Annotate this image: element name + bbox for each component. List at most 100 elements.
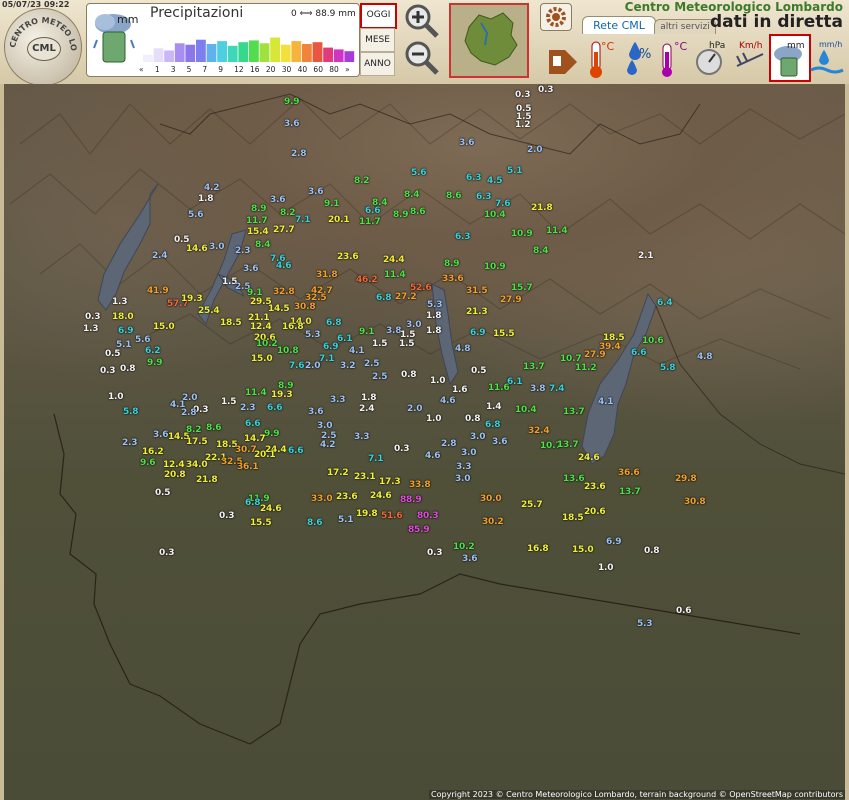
lombardy-minimap[interactable] xyxy=(449,3,529,78)
station-value[interactable]: 2.3 xyxy=(235,246,251,256)
station-value[interactable]: 23.6 xyxy=(337,252,359,262)
var-pressure-icon[interactable]: hPa xyxy=(695,36,733,80)
station-value[interactable]: 13.7 xyxy=(563,407,585,417)
station-value[interactable]: 16.2 xyxy=(142,447,164,457)
station-value[interactable]: 31.5 xyxy=(466,286,488,296)
station-value[interactable]: 20.8 xyxy=(164,470,186,480)
station-value[interactable]: 23.6 xyxy=(336,492,358,502)
station-value[interactable]: 2.4 xyxy=(152,251,168,261)
station-value[interactable]: 20.6 xyxy=(584,507,606,517)
station-value[interactable]: 5.8 xyxy=(123,407,139,417)
station-value[interactable]: 51.6 xyxy=(381,511,403,521)
station-value[interactable]: 41.9 xyxy=(147,286,169,296)
station-value[interactable]: 14.6 xyxy=(186,244,208,254)
station-value[interactable]: 7.4 xyxy=(549,384,565,394)
station-value[interactable]: 4.6 xyxy=(440,396,456,406)
station-value[interactable]: 24.4 xyxy=(383,255,405,265)
station-value[interactable]: 10.9 xyxy=(484,262,506,272)
var-station-wind-icon[interactable] xyxy=(543,36,581,80)
station-value[interactable]: 3.0 xyxy=(209,242,225,252)
station-value[interactable]: 1.8 xyxy=(426,326,442,336)
station-value[interactable]: 2.0 xyxy=(305,361,321,371)
station-value[interactable]: 13.7 xyxy=(557,440,579,450)
station-value[interactable]: 1.2 xyxy=(515,120,531,130)
station-value[interactable]: 0.3 xyxy=(538,85,554,95)
station-value[interactable]: 2.5 xyxy=(364,359,380,369)
station-value[interactable]: 11.6 xyxy=(488,383,510,393)
station-value[interactable]: 18.5 xyxy=(220,318,242,328)
station-value[interactable]: 6.9 xyxy=(323,342,339,352)
station-value[interactable]: 21.8 xyxy=(531,203,553,213)
station-value[interactable]: 5.3 xyxy=(305,330,321,340)
station-value[interactable]: 1.0 xyxy=(430,376,446,386)
station-value[interactable]: 6.6 xyxy=(267,403,283,413)
station-value[interactable]: 9.9 xyxy=(264,429,280,439)
station-value[interactable]: 3.6 xyxy=(492,437,508,447)
station-value[interactable]: 2.3 xyxy=(240,403,256,413)
station-value[interactable]: 14.7 xyxy=(244,434,266,444)
station-value[interactable]: 8.2 xyxy=(186,425,202,435)
station-value[interactable]: 23.6 xyxy=(584,482,606,492)
station-value[interactable]: 6.6 xyxy=(365,206,381,216)
legend-scroll-left[interactable]: « xyxy=(139,65,144,74)
station-value[interactable]: 52.6 xyxy=(410,283,432,293)
station-value[interactable]: 3.0 xyxy=(470,432,486,442)
station-value[interactable]: 0.3 xyxy=(219,511,235,521)
station-value[interactable]: 9.1 xyxy=(359,327,375,337)
station-value[interactable]: 31.8 xyxy=(316,270,338,280)
station-value[interactable]: 33.6 xyxy=(442,274,464,284)
station-value[interactable]: 0.3 xyxy=(85,312,101,322)
station-value[interactable]: 18.5 xyxy=(562,513,584,523)
station-value[interactable]: 25.4 xyxy=(198,306,220,316)
settings-button[interactable] xyxy=(540,3,572,31)
station-value[interactable]: 3.6 xyxy=(459,138,475,148)
station-value[interactable]: 1.5 xyxy=(372,339,388,349)
station-value[interactable]: 3.3 xyxy=(354,432,370,442)
station-value[interactable]: 10.9 xyxy=(511,229,533,239)
station-value[interactable]: 8.9 xyxy=(444,259,460,269)
station-value[interactable]: 0.8 xyxy=(401,370,417,380)
station-value[interactable]: 1.8 xyxy=(426,311,442,321)
station-value[interactable]: 0.3 xyxy=(515,90,531,100)
station-value[interactable]: 27.7 xyxy=(273,225,295,235)
station-value[interactable]: 16.8 xyxy=(282,322,304,332)
station-value[interactable]: 0.8 xyxy=(644,546,660,556)
station-value[interactable]: 3.2 xyxy=(340,361,356,371)
precipitation-map[interactable]: 0.3 0.3 9.9 0.5 1.5 1.2 3.6 3.6 2.0 2.8 5.6 6.3 4.5 5… xyxy=(0,84,849,800)
station-value[interactable]: 5.3 xyxy=(427,300,443,310)
station-value[interactable]: 2.8 xyxy=(441,439,457,449)
station-value[interactable]: 4.2 xyxy=(204,183,220,193)
station-value[interactable]: 3.6 xyxy=(243,264,259,274)
station-value[interactable]: 0.6 xyxy=(676,606,692,616)
station-value[interactable]: 21.8 xyxy=(196,475,218,485)
station-value[interactable]: 6.3 xyxy=(476,192,492,202)
station-value[interactable]: 1.8 xyxy=(198,194,214,204)
var-precipitation-icon[interactable]: mm xyxy=(769,34,811,82)
station-value[interactable]: 4.1 xyxy=(598,397,614,407)
station-value[interactable]: 9.1 xyxy=(324,199,340,209)
station-value[interactable]: 5.1 xyxy=(338,515,354,525)
station-value[interactable]: 2.0 xyxy=(527,145,543,155)
station-value[interactable]: 8.2 xyxy=(280,208,296,218)
station-value[interactable]: 0.3 xyxy=(394,444,410,454)
station-value[interactable]: 1.4 xyxy=(486,402,502,412)
station-value[interactable]: 7.6 xyxy=(289,361,305,371)
station-value[interactable]: 5.6 xyxy=(188,210,204,220)
station-value[interactable]: 10.2 xyxy=(453,542,475,552)
station-value[interactable]: 32.4 xyxy=(528,426,550,436)
station-value[interactable]: 4.6 xyxy=(425,451,441,461)
station-value[interactable]: 5.3 xyxy=(637,619,653,629)
station-value[interactable]: 16.8 xyxy=(527,544,549,554)
station-value[interactable]: 1.0 xyxy=(598,563,614,573)
zoom-out-icon[interactable] xyxy=(404,40,440,76)
station-value[interactable]: 17.5 xyxy=(186,437,208,447)
station-value[interactable]: 14.5 xyxy=(268,304,290,314)
station-value[interactable]: 30.0 xyxy=(480,494,502,504)
station-value[interactable]: 85.9 xyxy=(408,525,430,535)
station-value[interactable]: 10.6 xyxy=(642,336,664,346)
station-value[interactable]: 8.9 xyxy=(393,210,409,220)
station-value[interactable]: 24.6 xyxy=(370,491,392,501)
var-wind-icon[interactable]: Km/h xyxy=(733,36,771,80)
station-value[interactable]: 6.1 xyxy=(337,334,353,344)
station-value[interactable]: 4.2 xyxy=(320,440,336,450)
